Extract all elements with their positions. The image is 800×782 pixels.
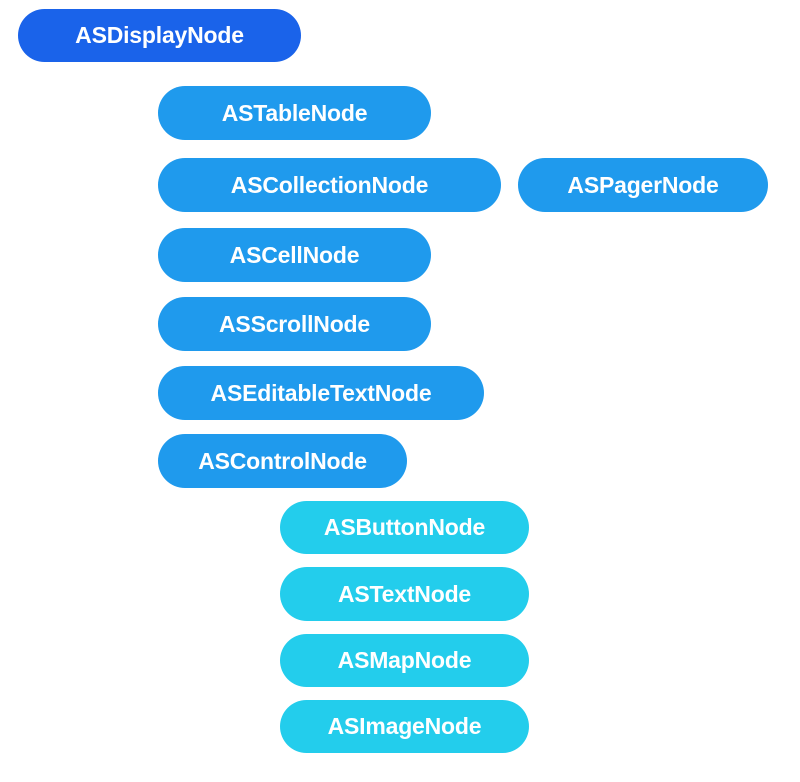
node-aseditabletextnode: ASEditableTextNode <box>158 366 484 420</box>
node-ascontrolnode: ASControlNode <box>158 434 407 488</box>
node-asbuttonnode: ASButtonNode <box>280 501 529 554</box>
node-asimagenode: ASImageNode <box>280 700 529 753</box>
node-ascellnode: ASCellNode <box>158 228 431 282</box>
node-asscrollnode: ASScrollNode <box>158 297 431 351</box>
node-astablenode: ASTableNode <box>158 86 431 140</box>
node-ascollectionnode: ASCollectionNode <box>158 158 501 212</box>
node-aspagernode: ASPagerNode <box>518 158 768 212</box>
node-astextnode: ASTextNode <box>280 567 529 621</box>
node-asmapnode: ASMapNode <box>280 634 529 687</box>
node-asdisplaynode: ASDisplayNode <box>18 9 301 62</box>
